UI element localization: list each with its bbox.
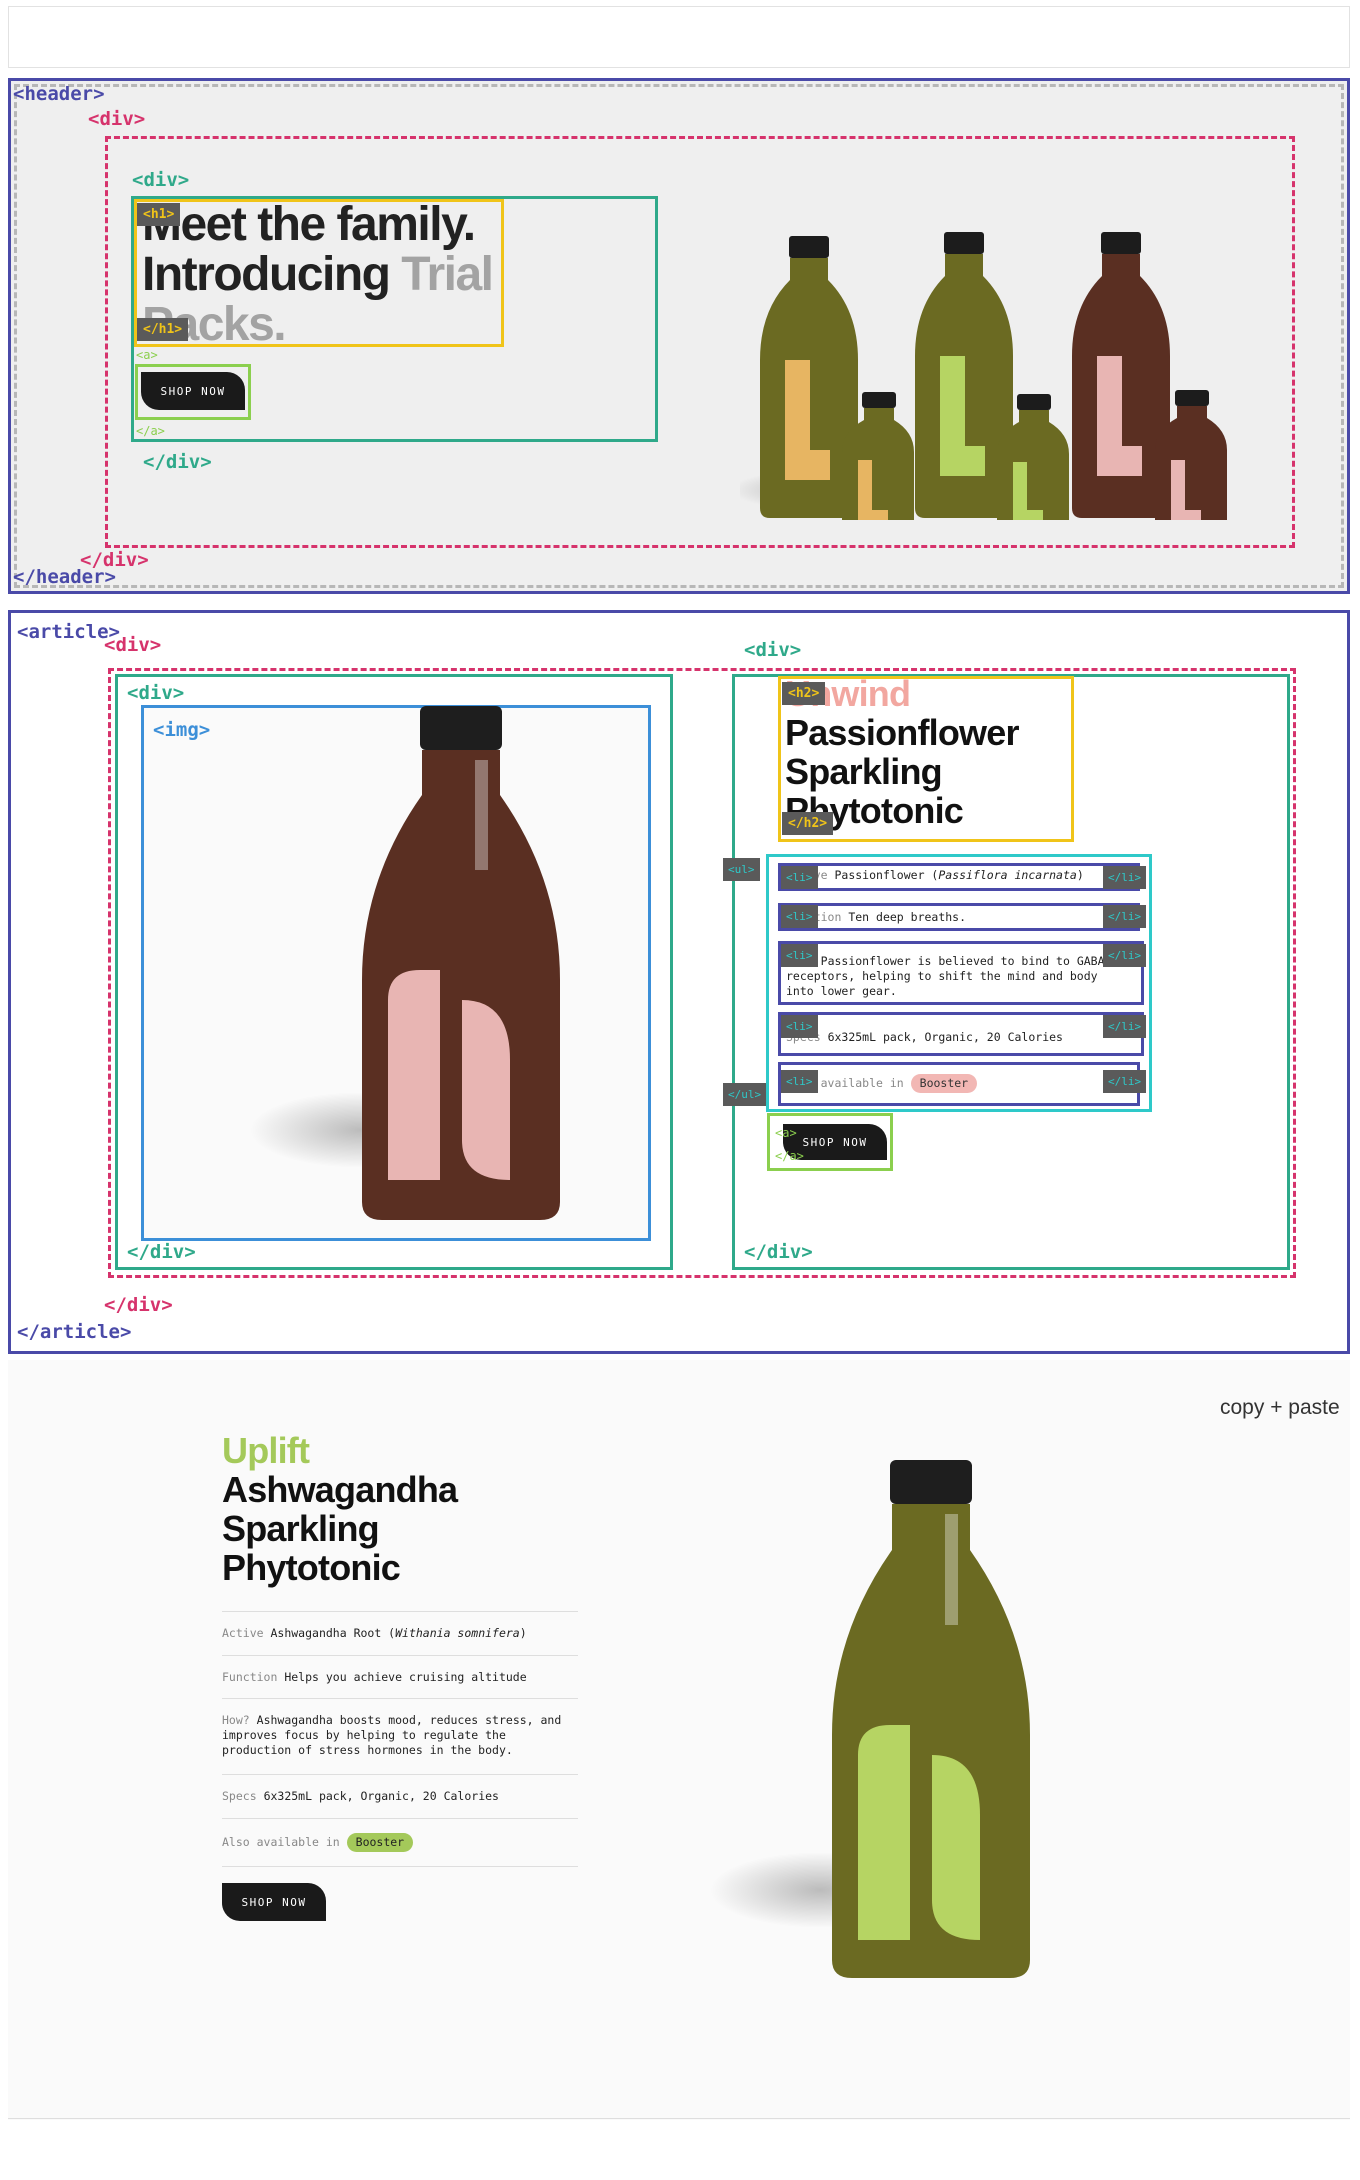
h1-open-chip: <h1> bbox=[137, 203, 181, 226]
unwind-a-open-tag: <a> bbox=[775, 1126, 797, 1140]
unwind-spec-active: Active Passionflower (Passiflora incarna… bbox=[786, 868, 1084, 882]
uplift-bottle-image bbox=[710, 1460, 1030, 1978]
uplift-spec-also: Also available in Booster bbox=[222, 1833, 578, 1852]
li-close-chip-2: </li> bbox=[1103, 905, 1147, 928]
li-open-chip-5: <li> bbox=[781, 1070, 818, 1093]
bottle-icon bbox=[362, 706, 560, 1220]
li-close-chip-3: </li> bbox=[1103, 944, 1147, 967]
hero-shop-now-button[interactable]: SHOP NOW bbox=[141, 372, 245, 410]
uplift-sep-4 bbox=[222, 1774, 578, 1775]
uplift-sep-3 bbox=[222, 1698, 578, 1699]
li-open-chip-3: <li> bbox=[781, 944, 818, 967]
bottle-icon bbox=[832, 1460, 1030, 1978]
li-open-chip-4: <li> bbox=[781, 1015, 818, 1038]
ul-close-chip: </ul> bbox=[723, 1083, 767, 1106]
a-close-tag: </a> bbox=[136, 424, 165, 438]
article-close-tag: </article> bbox=[17, 1321, 132, 1343]
a-open-tag: <a> bbox=[136, 348, 158, 362]
h2-close-chip: </h2> bbox=[782, 812, 834, 835]
li-close-chip-1: </li> bbox=[1103, 866, 1147, 889]
copy-paste-note: copy + paste bbox=[1220, 1396, 1340, 1419]
uplift-shop-now-button[interactable]: SHOP NOW bbox=[222, 1883, 326, 1921]
unwind-spec-specs: Specs 6x325mL pack, Organic, 20 Calories bbox=[786, 1030, 1063, 1044]
uplift-spec-how: How? Ashwagandha boosts mood, reduces st… bbox=[222, 1713, 562, 1757]
text-col-div-open-tag: <div> bbox=[744, 639, 802, 661]
h2-open-chip: <h2> bbox=[782, 682, 826, 705]
uplift-sep-6 bbox=[222, 1866, 578, 1867]
article-div-open-tag: <div> bbox=[104, 634, 162, 656]
uplift-spec-function: Function Helps you achieve cruising alti… bbox=[222, 1670, 527, 1684]
ul-open-chip: <ul> bbox=[723, 858, 760, 881]
li-close-chip-5: </li> bbox=[1103, 1070, 1147, 1093]
text-col-div-close-tag: </div> bbox=[744, 1241, 813, 1263]
hero-div-open-tag: <div> bbox=[88, 108, 146, 130]
unwind-booster-badge[interactable]: Booster bbox=[910, 1074, 978, 1093]
uplift-heading: Uplift Ashwagandha Sparkling Phytotonic bbox=[222, 1431, 542, 1587]
img-col-div-close-tag: </div> bbox=[127, 1241, 196, 1263]
uplift-spec-specs: Specs 6x325mL pack, Organic, 20 Calories bbox=[222, 1789, 499, 1803]
article-div-close-tag: </div> bbox=[104, 1294, 173, 1316]
bottom-divider bbox=[8, 2118, 1350, 2119]
uplift-sep-1 bbox=[222, 1611, 578, 1612]
unwind-a-close-tag: </a> bbox=[775, 1149, 804, 1163]
uplift-booster-badge[interactable]: Booster bbox=[346, 1833, 414, 1852]
unwind-spec-how: How? Passionflower is believed to bind t… bbox=[786, 954, 1105, 998]
hero-text-div-close-tag: </div> bbox=[143, 451, 212, 473]
uplift-tagline: Uplift bbox=[222, 1430, 310, 1471]
hero-text-div-open-tag: <div> bbox=[132, 169, 190, 191]
li-close-chip-4: </li> bbox=[1103, 1015, 1147, 1038]
unwind-spec-also: Also available in Booster bbox=[786, 1074, 1126, 1093]
uplift-spec-active: Active Ashwagandha Root (Withania somnif… bbox=[222, 1626, 527, 1640]
hero-bottles-image bbox=[740, 232, 1227, 520]
uplift-sep-5 bbox=[222, 1818, 578, 1819]
unwind-bottle-image bbox=[250, 706, 560, 1220]
top-strip bbox=[8, 6, 1350, 68]
uplift-section bbox=[8, 1360, 1350, 2120]
hero-div-close-tag: </div> bbox=[80, 549, 149, 571]
h1-close-chip: </h1> bbox=[137, 318, 189, 341]
uplift-sep-2 bbox=[222, 1655, 578, 1656]
unwind-spec-function: Function Ten deep breaths. bbox=[786, 910, 967, 924]
img-open-tag: <img> bbox=[153, 719, 211, 741]
header-open-tag: <header> bbox=[13, 83, 105, 105]
hero-h1-outline bbox=[134, 199, 504, 347]
li-open-chip-1: <li> bbox=[781, 866, 818, 889]
li-open-chip-2: <li> bbox=[781, 905, 818, 928]
